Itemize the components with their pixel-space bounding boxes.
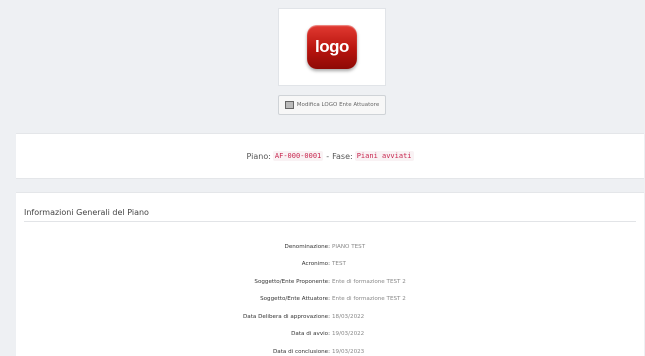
info-value: TEST (332, 261, 346, 268)
info-value: 19/03/2022 (332, 331, 365, 338)
page: logo Modifica LOGO Ente Attuatore Piano:… (0, 0, 645, 356)
panel-title: Informazioni Generali del Piano (24, 208, 149, 217)
info-label: Soggetto/Ente Attuatore: (260, 296, 330, 303)
panel-divider (24, 221, 636, 222)
info-value: 18/03/2022 (332, 313, 365, 320)
info-rows: Denominazione: PIANO TEST Acronimo: TEST Sog… (16, 238, 644, 356)
logo-image: logo (307, 25, 357, 69)
plan-header: Piano: AF-000-0001 - Fase: Piani avviati (16, 133, 644, 179)
phase-label: Fase: (332, 151, 353, 161)
phase-value: Piani avviati (354, 151, 414, 161)
info-label: Soggetto/Ente Proponente: (254, 278, 330, 285)
plan-prefix: Piano: (246, 151, 271, 161)
info-row: Soggetto/Ente Attuatore: Ente di formazio… (16, 291, 644, 309)
info-value: Ente di formazione TEST 2 (332, 278, 406, 285)
info-label: Data Delibera di approvazione: (242, 313, 330, 320)
info-row: Soggetto/Ente Proponente: Ente di formazi… (16, 273, 644, 291)
plan-separator: - (326, 151, 330, 161)
info-row: Data di conclusione: 19/03/2023 (16, 343, 644, 356)
plan-code: AF-000-0001 (272, 151, 324, 161)
info-row: Acronimo: TEST (16, 256, 644, 274)
info-value: PIANO TEST (332, 243, 366, 250)
info-row: Data Delibera di approvazione: 18/03/2022 (16, 308, 644, 326)
info-label: Data di conclusione: (273, 348, 330, 355)
general-info-panel: Informazioni Generali del Piano Denomina… (16, 192, 644, 356)
info-row: Data di avvio: 19/03/2022 (16, 326, 644, 344)
logo-card: logo (278, 8, 386, 86)
info-value: Ente di formazione TEST 2 (332, 296, 406, 303)
info-row: Denominazione: PIANO TEST (16, 238, 644, 256)
edit-logo-button[interactable]: Modifica LOGO Ente Attuatore (278, 95, 386, 115)
info-value: 19/03/2023 (332, 348, 365, 355)
info-label: Denominazione: (284, 243, 330, 250)
logo-text: logo (315, 37, 349, 56)
image-icon (284, 101, 294, 109)
edit-logo-label: Modifica LOGO Ente Attuatore (296, 102, 380, 108)
info-label: Data di avvio: (291, 331, 330, 338)
info-label: Acronimo: (301, 261, 330, 268)
